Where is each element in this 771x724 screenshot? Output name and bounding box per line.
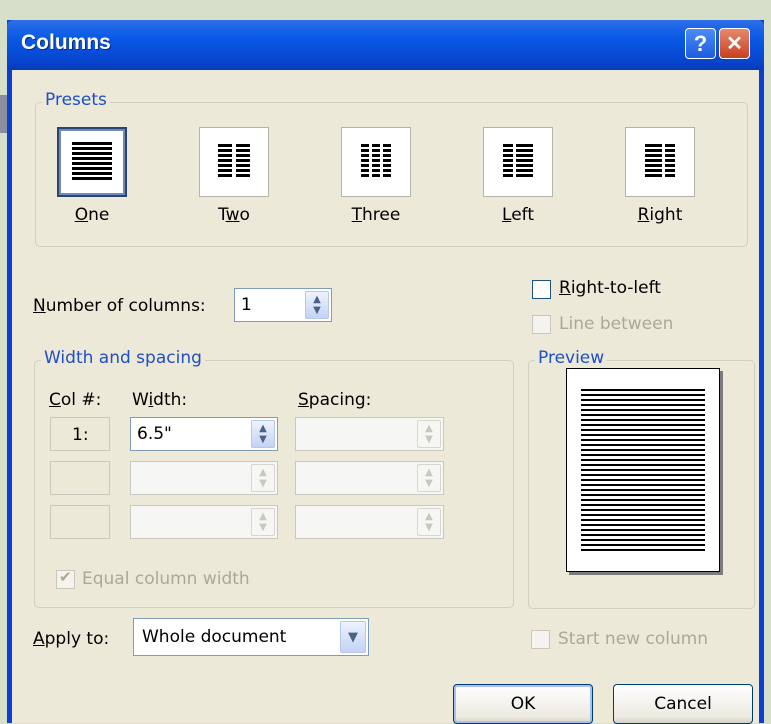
apply-to-select[interactable]: Whole document ▼ <box>133 618 369 656</box>
spin-up-icon: ▲ <box>313 294 321 305</box>
preset-three-label: Three <box>351 205 401 225</box>
preset-three[interactable]: Three <box>339 127 413 225</box>
preset-left-label: Left <box>502 205 534 225</box>
spin-down-icon: ▼ <box>259 478 267 489</box>
preset-one[interactable]: One <box>55 127 129 225</box>
close-icon: ✕ <box>726 33 743 55</box>
chevron-down-icon: ▼ <box>348 629 358 645</box>
spin-up-icon: ▲ <box>259 467 267 478</box>
preset-right[interactable]: Right <box>623 127 697 225</box>
background-window-edge <box>0 95 7 133</box>
spin-up-icon: ▲ <box>259 423 267 434</box>
apply-to-value: Whole document <box>142 627 287 647</box>
number-of-columns-label: Number of columns: <box>33 296 206 316</box>
preview-text-lines <box>581 389 705 553</box>
preset-left-icon <box>483 127 553 197</box>
width-spin-buttons[interactable]: ▲ ▼ <box>251 508 275 536</box>
right-to-left-checkbox[interactable] <box>532 280 551 299</box>
spin-down-icon: ▼ <box>259 522 267 533</box>
ok-button[interactable]: OK <box>453 684 593 724</box>
spacing-spinner[interactable]: ▲ ▼ <box>295 505 444 539</box>
presets-group: Presets One Two Three Left Right <box>35 90 748 247</box>
width-spin-buttons[interactable]: ▲ ▼ <box>251 420 275 448</box>
line-between-checkbox[interactable] <box>532 315 551 334</box>
right-column-icon <box>645 144 675 177</box>
spin-down-icon: ▼ <box>425 478 433 489</box>
number-of-columns-value: 1 <box>241 295 252 315</box>
close-button[interactable]: ✕ <box>719 28 750 59</box>
preset-two-label: Two <box>218 205 250 225</box>
col-number-value: 1: <box>72 425 89 445</box>
preset-one-icon <box>57 127 127 197</box>
spin-down-icon: ▼ <box>425 434 433 445</box>
spin-down-icon: ▼ <box>313 305 321 316</box>
preview-page <box>566 368 720 572</box>
preview-label: Preview <box>535 348 608 368</box>
col-number-cell <box>50 461 110 495</box>
cancel-button[interactable]: Cancel <box>613 684 753 724</box>
spin-down-icon: ▼ <box>425 522 433 533</box>
spacing-spin-buttons[interactable]: ▲ ▼ <box>417 420 441 448</box>
spacing-spin-buttons[interactable]: ▲ ▼ <box>417 464 441 492</box>
title-bar[interactable]: Columns ? ✕ <box>7 20 764 70</box>
two-columns-icon <box>218 144 250 177</box>
spin-up-icon: ▲ <box>259 511 267 522</box>
preset-three-icon <box>341 127 411 197</box>
col-number-header: Col #: <box>49 390 102 410</box>
preset-two-icon <box>199 127 269 197</box>
spin-up-icon: ▲ <box>425 467 433 478</box>
preset-right-icon <box>625 127 695 197</box>
preset-right-label: Right <box>637 205 683 225</box>
apply-to-label: Apply to: <box>33 629 110 649</box>
spacing-header: Spacing: <box>298 390 372 410</box>
start-new-column-checkbox[interactable] <box>531 630 550 649</box>
spacing-spinner[interactable]: ▲ ▼ <box>295 461 444 495</box>
help-button[interactable]: ? <box>685 28 716 59</box>
width-spinner[interactable]: 6.5" ▲ ▼ <box>130 417 278 451</box>
one-column-icon <box>72 142 112 180</box>
left-column-icon <box>503 144 533 177</box>
three-columns-icon <box>361 144 391 177</box>
apply-to-dropdown-button[interactable]: ▼ <box>340 621 366 653</box>
preset-two[interactable]: Two <box>197 127 271 225</box>
width-spinner[interactable]: ▲ ▼ <box>130 505 278 539</box>
checkmark-icon: ✔ <box>59 568 72 586</box>
spin-up-icon: ▲ <box>425 511 433 522</box>
width-spin-buttons[interactable]: ▲ ▼ <box>251 464 275 492</box>
spin-up-icon: ▲ <box>425 423 433 434</box>
spin-down-icon: ▼ <box>259 434 267 445</box>
start-new-column-label: Start new column <box>558 629 709 649</box>
width-header: Width: <box>132 390 188 410</box>
width-spinner[interactable]: ▲ ▼ <box>130 461 278 495</box>
spacing-spin-buttons[interactable]: ▲ ▼ <box>417 508 441 536</box>
number-of-columns-spin-buttons[interactable]: ▲ ▼ <box>305 291 329 319</box>
number-of-columns-spinner[interactable]: 1 ▲ ▼ <box>234 288 332 322</box>
line-between-label: Line between <box>559 314 674 334</box>
width-value: 6.5" <box>137 424 172 444</box>
right-to-left-label: Right-to-left <box>559 278 661 298</box>
dialog-title: Columns <box>21 31 111 54</box>
width-spacing-label: Width and spacing <box>41 348 205 368</box>
col-number-cell: 1: <box>50 417 110 451</box>
spacing-spinner[interactable]: ▲ ▼ <box>295 417 444 451</box>
preset-left[interactable]: Left <box>481 127 555 225</box>
equal-column-width-checkbox[interactable]: ✔ <box>56 568 75 589</box>
equal-column-width-label: Equal column width <box>82 569 250 589</box>
presets-label: Presets <box>42 90 110 110</box>
col-number-cell <box>50 505 110 539</box>
preset-one-label: One <box>74 205 110 225</box>
